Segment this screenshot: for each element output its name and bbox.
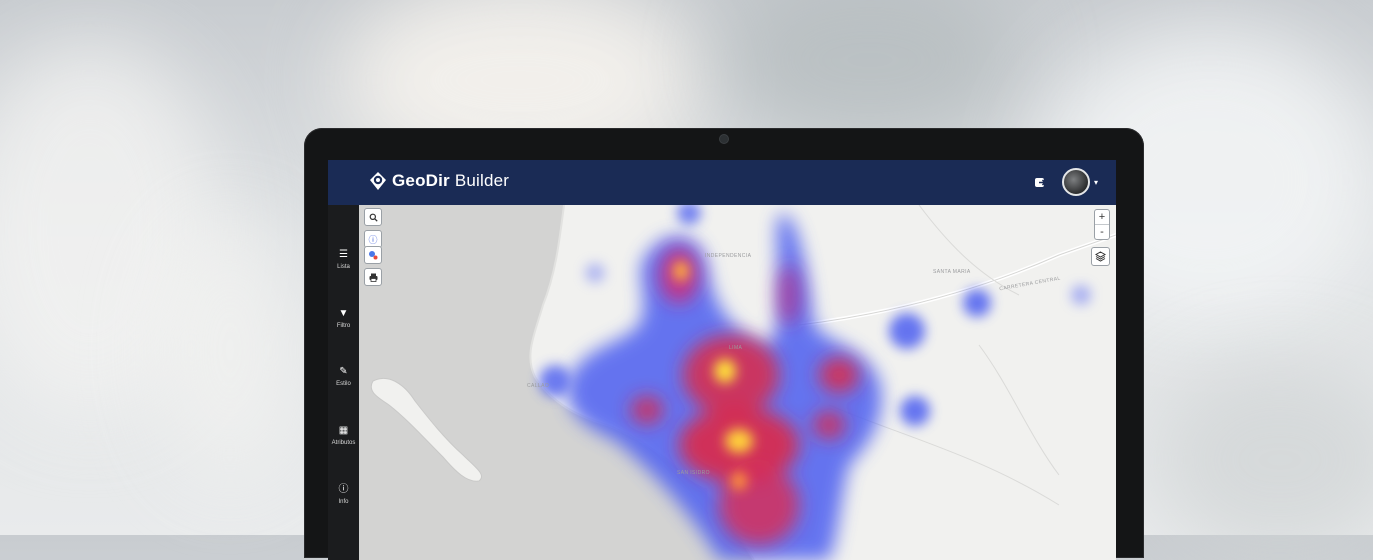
app-screen: GeoDir Builder ▾ ☰ Lista ▼ Filtro ✎ Esti…: [328, 160, 1116, 560]
table-icon: ▦: [338, 425, 349, 436]
zoom-control: + -: [1094, 209, 1110, 240]
sidebar-item-estilo[interactable]: ✎ Estilo: [328, 366, 359, 387]
sidebar-item-info[interactable]: ⓘ Info: [328, 484, 359, 505]
laptop-bezel: GeoDir Builder ▾ ☰ Lista ▼ Filtro ✎ Esti…: [304, 128, 1144, 560]
locate-icon: [369, 251, 378, 260]
sidebar-item-filtro[interactable]: ▼ Filtro: [328, 308, 359, 329]
user-avatar[interactable]: [1061, 168, 1090, 196]
background-blur: [160, 220, 300, 480]
sidebar-item-label: Estilo: [336, 381, 351, 387]
print-icon: [369, 273, 377, 282]
sidebar-item-label: Filtro: [336, 323, 351, 329]
background-blur: [1150, 360, 1373, 560]
sidebar: ☰ Lista ▼ Filtro ✎ Estilo ▦ Atributos ⓘ …: [328, 205, 359, 560]
sidebar-item-label: Atributos: [331, 440, 356, 446]
zoom-in-button[interactable]: +: [1095, 210, 1109, 224]
search-button[interactable]: [364, 208, 382, 226]
map-label: SAN ISIDRO: [677, 470, 710, 476]
sidebar-item-lista[interactable]: ☰ Lista: [328, 249, 359, 270]
map-label: LIMA: [729, 345, 743, 351]
filter-icon: ▼: [338, 308, 349, 319]
info-icon: ⓘ: [338, 484, 349, 495]
sidebar-item-label: Lista: [337, 264, 350, 270]
brand-logo[interactable]: GeoDir Builder: [368, 171, 509, 191]
sidebar-item-atributos[interactable]: ▦ Atributos: [328, 425, 359, 446]
map-label: CALLAO: [527, 383, 550, 389]
zoom-out-button[interactable]: -: [1095, 224, 1109, 239]
chevron-down-icon[interactable]: ▾: [1094, 178, 1098, 187]
edit-icon: ✎: [339, 366, 348, 377]
share-out-icon[interactable]: [1032, 174, 1048, 190]
share-out-glyph: [1034, 178, 1046, 187]
layers-icon: [1095, 251, 1106, 262]
list-icon: ☰: [339, 249, 348, 260]
app-header: GeoDir Builder ▾: [328, 160, 1116, 205]
layers-button[interactable]: [1091, 247, 1110, 266]
sidebar-item-label: Info: [338, 499, 349, 505]
map-label: INDEPENDENCIA: [705, 253, 752, 259]
map-label: SANTA MARIA: [933, 269, 971, 275]
info-icon: ⓘ: [368, 234, 378, 245]
heatmap-map[interactable]: INDEPENDENCIA SANTA MARIA CARRETERA CENT…: [359, 205, 1116, 560]
locate-button[interactable]: [364, 246, 382, 264]
print-button[interactable]: [364, 268, 382, 286]
pin-logo-icon: [370, 172, 386, 190]
brand-name: GeoDir Builder: [392, 171, 510, 190]
webcam: [720, 135, 728, 143]
header-actions: ▾: [1032, 168, 1098, 196]
search-icon: [369, 213, 378, 222]
